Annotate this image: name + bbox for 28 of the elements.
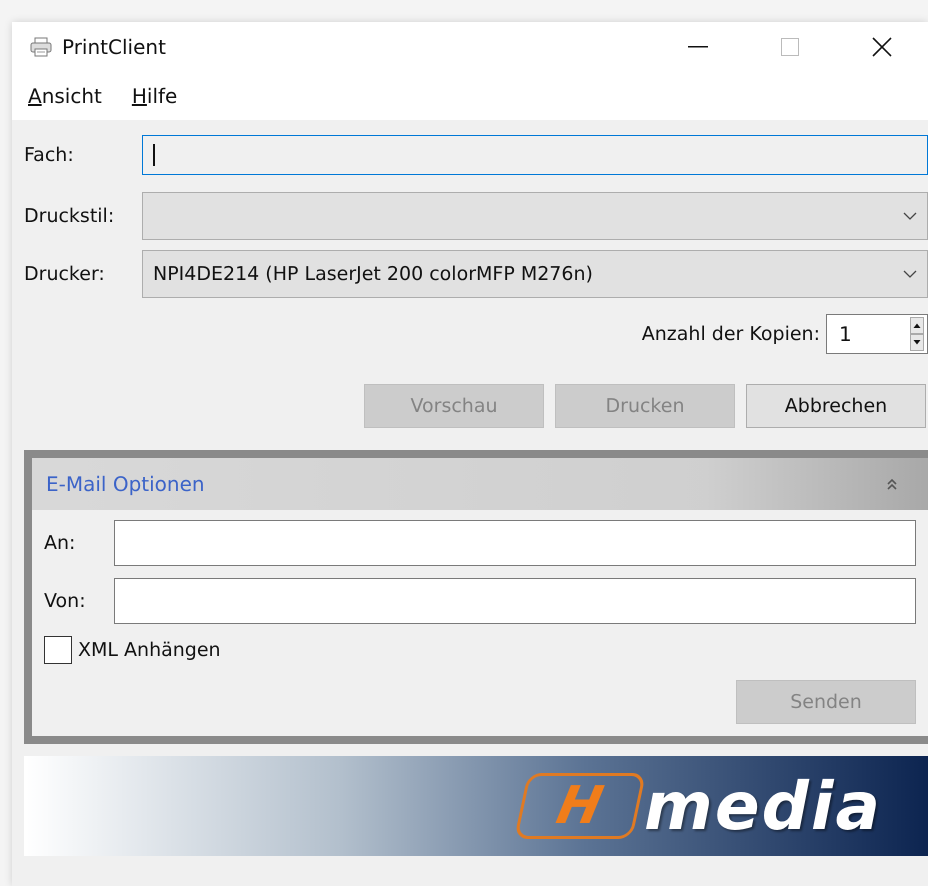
checkbox-label: XML Anhängen [78,639,221,661]
collapse-icon[interactable] [886,477,898,491]
printer-icon [30,37,52,57]
field-label: Von: [44,590,87,612]
chevron-down-icon [903,270,917,278]
field-label: An: [44,532,76,554]
input-field[interactable] [142,135,928,175]
logo-text: media [644,768,882,844]
spin-down-icon[interactable] [910,334,924,351]
maximize-icon [781,38,799,56]
checkbox[interactable] [44,636,72,664]
input-field[interactable] [114,578,916,624]
input-field[interactable] [114,520,916,566]
window-title: PrintClient [62,35,166,59]
dropdown[interactable]: NPI4DE214 (HP LaserJet 200 colorMFP M276n) [142,250,928,298]
number-spinner[interactable]: 1 [826,314,928,354]
field-label: Drucker: [24,263,106,285]
panel-title: E-Mail Optionen [46,472,205,496]
chevron-down-icon [903,212,917,220]
copies-label: Anzahl der Kopien: [642,323,820,345]
close-icon [872,37,892,57]
menu-item[interactable]: Ansicht [28,84,102,108]
field-label: Fach: [24,144,75,166]
menu-item[interactable]: Hilfe [132,84,178,108]
field-label: Druckstil: [24,205,116,227]
action-button[interactable]: Abbrechen [746,384,926,428]
spin-up-icon[interactable] [910,317,924,334]
minimize-icon [688,46,708,48]
